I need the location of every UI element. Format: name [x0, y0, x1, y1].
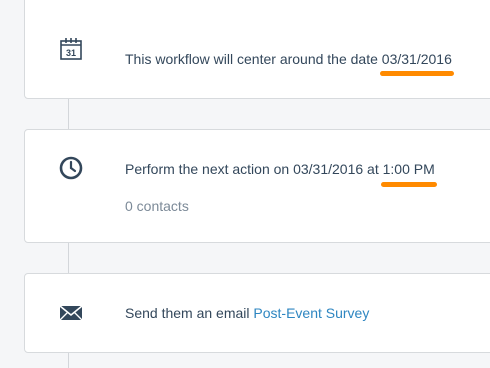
step-text: This workflow will center around the dat…	[125, 51, 382, 67]
workflow-step-delay[interactable]: Perform the next action on 03/31/2016 at…	[24, 129, 490, 243]
workflow-step-email[interactable]: Send them an email Post-Event Survey	[24, 273, 490, 353]
date-value[interactable]: 03/31/2016	[379, 51, 454, 76]
step-description: Perform the next action on 03/31/2016 at…	[125, 161, 437, 187]
highlight-underline	[379, 71, 454, 76]
step-text: Send them an email	[125, 305, 254, 321]
calendar-icon: 31	[57, 35, 85, 63]
step-description: Send them an email Post-Event Survey	[125, 305, 369, 321]
workflow-step-date[interactable]: 31 This workflow will center around the …	[24, 0, 490, 99]
email-link[interactable]: Post-Event Survey	[253, 305, 369, 321]
step-text: Perform the next action on 03/31/2016 at	[125, 161, 383, 177]
time-value[interactable]: 1:00 PM	[380, 161, 437, 187]
step-description: This workflow will center around the dat…	[125, 51, 454, 76]
clock-icon	[57, 154, 85, 182]
highlight-underline	[380, 182, 437, 187]
envelope-icon	[57, 299, 85, 327]
contacts-count[interactable]: 0 contacts	[125, 198, 189, 214]
calendar-day: 31	[66, 48, 76, 58]
